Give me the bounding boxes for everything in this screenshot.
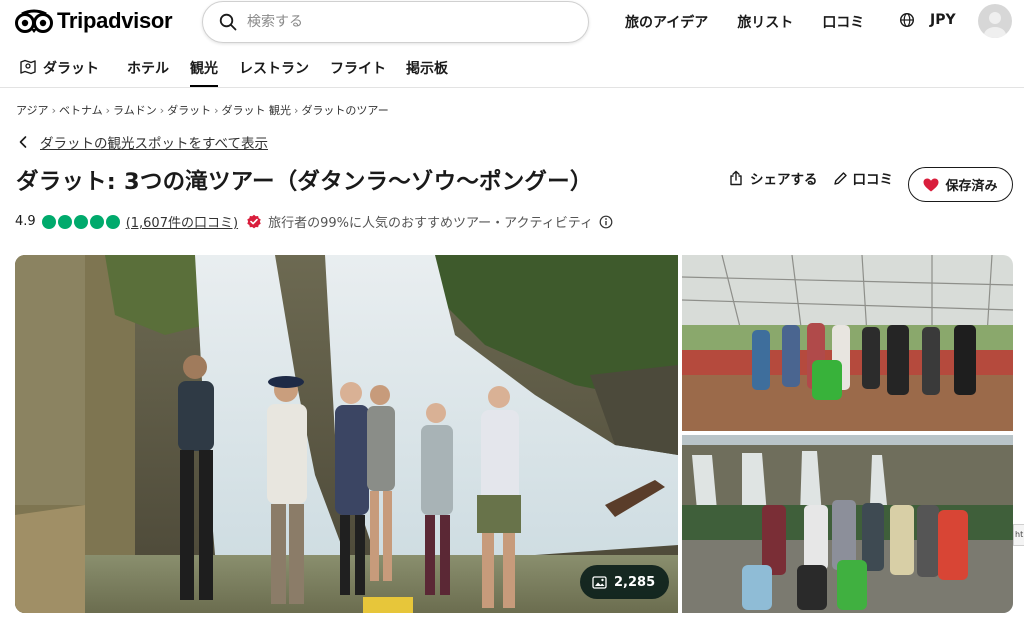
travelers-choice-badge-text: 旅行者の99%に人気のおすすめツアー・アクティビティ: [268, 216, 593, 231]
saved-button[interactable]: 保存済み: [908, 167, 1013, 202]
search-input[interactable]: [247, 14, 547, 30]
info-icon[interactable]: [599, 215, 613, 229]
photo-count-label: 2,285: [614, 574, 656, 590]
back-link-label: ダラットの観光スポットをすべて表示: [40, 136, 269, 152]
review-label: 口コミ: [852, 172, 894, 188]
user-icon: [984, 12, 1006, 38]
write-review-button[interactable]: 口コミ: [833, 168, 894, 188]
photo-greenhouse-group[interactable]: [682, 255, 1013, 431]
rating-bubble: [41, 214, 56, 229]
top-bar: Tripadvisor 旅のアイデア 旅リスト 口コミ JPY: [0, 0, 1024, 44]
currency-label: JPY: [930, 12, 956, 28]
globe-icon: [899, 12, 915, 28]
breadcrumb-dalat[interactable]: ダラット: [167, 104, 211, 117]
photo-count-button[interactable]: 2,285: [580, 565, 670, 599]
nav-trip-ideas[interactable]: 旅のアイデア: [625, 12, 708, 32]
viewpoint-photo-illustration: [682, 435, 1013, 613]
breadcrumb: アジア › ベトナム › ラムドン › ダラット › ダラット 観光 › ダラットのツアー: [16, 102, 389, 118]
share-label: シェアする: [750, 172, 818, 188]
avatar[interactable]: [978, 4, 1012, 38]
title-actions: シェアする 口コミ: [728, 168, 893, 188]
rating-bubble: [105, 214, 120, 229]
share-icon: [730, 170, 742, 186]
edge-tab[interactable]: ht: [1013, 524, 1024, 546]
share-button[interactable]: シェアする: [728, 168, 818, 188]
subnav-forums[interactable]: 掲示板: [406, 58, 448, 88]
greenhouse-photo-illustration: [682, 255, 1013, 431]
back-link[interactable]: ダラットの観光スポットをすべて表示: [18, 132, 268, 152]
photo-falls-viewpoint-group[interactable]: [682, 435, 1013, 613]
main-photo-waterfall-group[interactable]: [15, 255, 678, 613]
reviews-count-link[interactable]: (1,607件の口コミ): [126, 212, 238, 231]
heart-icon: [923, 178, 939, 191]
rating-score: 4.9: [15, 214, 36, 229]
pencil-icon: [833, 171, 847, 185]
breadcrumb-separator: ›: [214, 104, 219, 117]
breadcrumb-separator: ›: [159, 104, 165, 117]
breadcrumb-separator: ›: [294, 104, 299, 117]
search-box[interactable]: [202, 1, 589, 43]
map-icon: [20, 59, 36, 75]
breadcrumb-asia[interactable]: アジア: [16, 104, 49, 117]
search-icon: [219, 13, 237, 31]
breadcrumb-vietnam[interactable]: ベトナム: [59, 104, 103, 117]
logo-text: Tripadvisor: [57, 8, 173, 33]
rating-bubble: [73, 214, 88, 229]
nav-reviews[interactable]: 口コミ: [822, 12, 864, 32]
subnav-location-label: ダラット: [43, 61, 99, 77]
breadcrumb-separator: ›: [105, 104, 111, 117]
rating-bubbles: [41, 214, 122, 229]
waterfall-photo-illustration: [15, 255, 678, 613]
sub-nav: ダラット ホテル 観光 レストラン フライト 掲示板: [0, 50, 1024, 88]
breadcrumb-dalat-attractions[interactable]: ダラット 観光: [222, 104, 292, 117]
top-nav: 旅のアイデア 旅リスト 口コミ: [625, 12, 864, 32]
saved-label: 保存済み: [945, 179, 998, 194]
subnav-location[interactable]: ダラット: [19, 58, 99, 88]
breadcrumb-separator: ›: [51, 104, 56, 117]
subnav-hotels[interactable]: ホテル: [127, 58, 169, 88]
subnav-attractions[interactable]: 観光: [190, 58, 218, 88]
rating-bubble: [57, 214, 72, 229]
image-icon: [592, 575, 607, 589]
subnav-restaurants[interactable]: レストラン: [239, 58, 309, 88]
tripadvisor-logo[interactable]: Tripadvisor: [14, 8, 173, 34]
rating-row: 4.9 (1,607件の口コミ) 旅行者の99%に人気のおすすめツアー・アクティ…: [15, 212, 613, 231]
page-title: ダラット: 3つの滝ツアー（ダタンラ〜ゾウ〜ポングー）: [16, 169, 593, 195]
subnav-flights[interactable]: フライト: [330, 58, 386, 88]
breadcrumb-lam-dong[interactable]: ラムドン: [113, 104, 157, 117]
chevron-left-icon: [19, 136, 27, 148]
breadcrumb-dalat-tours: ダラットのツアー: [301, 104, 389, 117]
currency-selector[interactable]: JPY: [899, 12, 956, 28]
rating-bubble: [89, 214, 104, 229]
owl-logo-icon: [15, 9, 53, 33]
verified-badge-icon: [247, 214, 261, 228]
nav-trips[interactable]: 旅リスト: [737, 12, 793, 32]
